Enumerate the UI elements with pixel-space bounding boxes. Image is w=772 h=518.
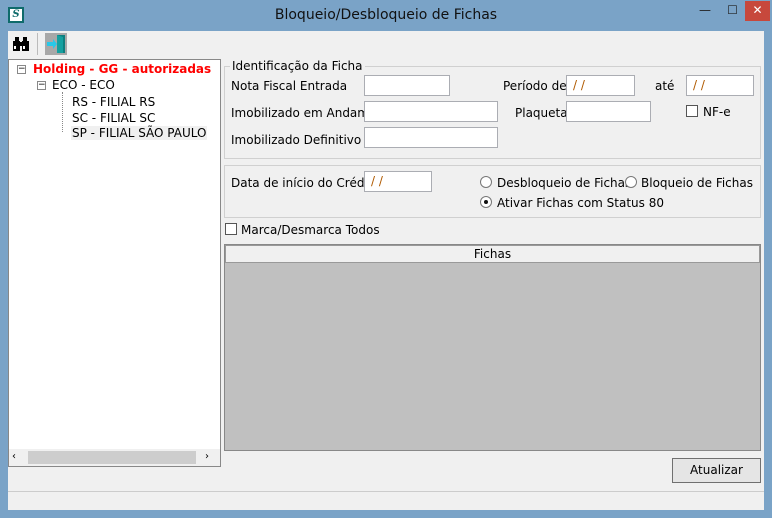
maximize-button[interactable]: ☐ bbox=[720, 1, 745, 21]
binoculars-icon[interactable] bbox=[12, 36, 30, 52]
identificacao-legend: Identificação da Ficha bbox=[230, 59, 365, 73]
tree-node-eco[interactable]: ECO - ECO bbox=[52, 78, 115, 92]
collapse-icon[interactable]: − bbox=[37, 81, 46, 90]
tree-node-holding[interactable]: Holding - GG - autorizadas bbox=[33, 62, 211, 76]
atualizar-button[interactable]: Atualizar bbox=[672, 458, 761, 483]
radio-ativar-label: Ativar Fichas com Status 80 bbox=[497, 196, 664, 210]
credito-label: Data de início do Crédito bbox=[231, 176, 380, 190]
radio-desbloqueio-label: Desbloqueio de Fichas bbox=[497, 176, 632, 190]
scroll-right-icon[interactable]: › bbox=[205, 451, 209, 462]
status-bar bbox=[8, 491, 764, 510]
toolbar bbox=[8, 31, 764, 58]
credito-group bbox=[224, 165, 761, 218]
radio-ativar[interactable] bbox=[480, 196, 492, 208]
definitivo-input[interactable] bbox=[364, 127, 498, 148]
radio-bloqueio-label: Bloqueio de Fichas bbox=[641, 176, 753, 190]
radio-selected-dot bbox=[484, 200, 488, 204]
tree-line bbox=[62, 92, 63, 132]
scrollbar-thumb[interactable] bbox=[28, 451, 196, 464]
periodo-input[interactable]: / / bbox=[566, 75, 635, 96]
tree-node-rs[interactable]: RS - FILIAL RS bbox=[72, 95, 155, 109]
andamento-input[interactable] bbox=[364, 101, 498, 122]
ate-label: até bbox=[655, 79, 675, 93]
fichas-column-header[interactable]: Fichas bbox=[225, 245, 760, 263]
collapse-icon[interactable]: − bbox=[17, 65, 26, 74]
close-button[interactable]: ✕ bbox=[745, 1, 770, 21]
periodo-label: Período de bbox=[503, 79, 567, 93]
radio-bloqueio[interactable] bbox=[625, 176, 637, 188]
ate-input[interactable]: / / bbox=[686, 75, 754, 96]
minimize-button[interactable]: — bbox=[690, 1, 720, 21]
nota-label: Nota Fiscal Entrada bbox=[231, 79, 348, 93]
window-title: Bloqueio/Desbloqueio de Fichas bbox=[274, 7, 498, 23]
fichas-grid[interactable] bbox=[224, 244, 761, 451]
nfe-checkbox[interactable] bbox=[686, 105, 698, 117]
credito-input[interactable]: / / bbox=[364, 171, 432, 192]
scroll-left-icon[interactable]: ‹ bbox=[12, 451, 16, 462]
definitivo-label: Imobilizado Definitivo bbox=[231, 133, 362, 147]
toolbar-separator bbox=[37, 33, 38, 55]
nota-fiscal-input[interactable] bbox=[364, 75, 450, 96]
marca-todos-checkbox[interactable] bbox=[225, 223, 237, 235]
tree-node-sc[interactable]: SC - FILIAL SC bbox=[72, 111, 155, 125]
tree-node-sp[interactable]: SP - FILIAL SÃO PAULO bbox=[71, 126, 208, 140]
marca-todos-label: Marca/Desmarca Todos bbox=[241, 223, 380, 237]
nfe-label: NF-e bbox=[703, 105, 731, 119]
radio-desbloqueio[interactable] bbox=[480, 176, 492, 188]
plaqueta-input[interactable] bbox=[566, 101, 651, 122]
plaqueta-label: Plaqueta bbox=[515, 106, 568, 120]
exit-door-icon[interactable] bbox=[45, 33, 67, 55]
